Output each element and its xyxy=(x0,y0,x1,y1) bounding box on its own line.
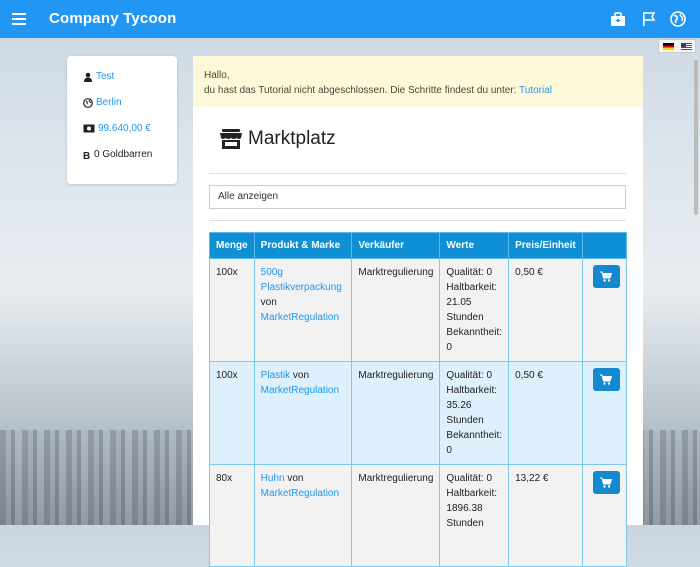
values-cell: Qualität: 0 Haltbarkeit: 35.26 Stunden Bek… xyxy=(439,361,510,465)
divider xyxy=(209,173,626,174)
user-name-link[interactable]: Test xyxy=(96,71,114,82)
offers-table: Menge Produkt & Marke Verkäufer Werte Pr… xyxy=(209,232,628,567)
us-flag-icon[interactable] xyxy=(680,42,692,50)
city-row: Berlin xyxy=(83,97,122,108)
cart-icon xyxy=(600,477,613,488)
store-icon xyxy=(220,129,242,149)
values-cell: Qualität: 0 Haltbarkeit: 21.05 Stunden Bek… xyxy=(439,258,510,362)
menu-icon[interactable] xyxy=(12,13,26,25)
qty-cell: 80x xyxy=(209,464,255,567)
player-info-card: Test Berlin 99.640,00 € B 0 Goldbarren xyxy=(67,56,177,184)
col-header-qty[interactable]: Menge xyxy=(209,232,255,259)
marketplace-panel: Marktplatz Alle anzeigen Menge Produkt &… xyxy=(193,107,643,567)
table-header-row: Menge Produkt & Marke Verkäufer Werte Pr… xyxy=(209,232,628,259)
seller-cell: Marktregulierung xyxy=(351,361,441,465)
product-link[interactable]: Huhn xyxy=(261,473,285,484)
alert-greeting: Hallo, xyxy=(204,70,230,81)
product-link[interactable]: Plastik xyxy=(261,370,290,381)
page-title: Marktplatz xyxy=(248,128,336,149)
gold-amount: 0 Goldbarren xyxy=(94,149,153,160)
bitcoin-icon: B xyxy=(83,151,90,160)
qty-cell: 100x xyxy=(209,258,255,362)
col-header-product[interactable]: Produkt & Marke xyxy=(253,232,353,259)
product-cell: 500g Plastikverpackung von MarketRegulati… xyxy=(253,258,353,362)
col-header-price[interactable]: Preis/Einheit xyxy=(508,232,583,259)
seller-cell: Marktregulierung xyxy=(351,258,441,362)
page-scrollbar[interactable] xyxy=(694,60,698,215)
action-cell xyxy=(581,258,628,362)
price-cell: 0,50 € xyxy=(508,258,583,362)
german-flag-icon[interactable] xyxy=(662,42,674,50)
tutorial-link[interactable]: Tutorial xyxy=(519,85,552,96)
action-cell xyxy=(581,361,628,465)
buy-button[interactable] xyxy=(592,471,620,494)
globe-small-icon xyxy=(83,97,93,108)
buy-button[interactable] xyxy=(592,265,620,288)
svg-text:B: B xyxy=(83,151,90,160)
action-cell xyxy=(581,464,628,567)
city-link[interactable]: Berlin xyxy=(96,97,122,108)
top-app-bar: Company Tycoon xyxy=(0,0,700,38)
product-cell: Plastik von MarketRegulation xyxy=(253,361,353,465)
gold-row: B 0 Goldbarren xyxy=(83,149,152,160)
tutorial-alert: Hallo, du hast das Tutorial nicht abgesc… xyxy=(193,56,643,107)
alert-message: du hast das Tutorial nicht abgeschlossen… xyxy=(204,85,552,96)
app-title[interactable]: Company Tycoon xyxy=(49,10,177,27)
buy-button[interactable] xyxy=(592,368,620,391)
user-icon xyxy=(84,72,92,82)
globe-icon[interactable] xyxy=(670,11,686,27)
briefcase-icon[interactable] xyxy=(610,11,626,27)
table-row: 80x Huhn von MarketRegulation Marktreguli… xyxy=(209,464,628,567)
money-link[interactable]: 99.640,00 € xyxy=(98,123,151,134)
divider xyxy=(209,220,626,221)
price-cell: 0,50 € xyxy=(508,361,583,465)
filter-select[interactable]: Alle anzeigen xyxy=(209,185,626,209)
table-row: 100x Plastik von MarketRegulation Marktre… xyxy=(209,361,628,465)
brand-link[interactable]: MarketRegulation xyxy=(261,488,339,499)
user-row: Test xyxy=(83,71,114,82)
product-link[interactable]: 500g Plastikverpackung xyxy=(261,267,342,293)
values-cell: Qualität: 0 Haltbarkeit: 1896.38 Stunden xyxy=(439,464,510,567)
product-cell: Huhn von MarketRegulation xyxy=(253,464,353,567)
brand-link[interactable]: MarketRegulation xyxy=(261,312,339,323)
table-row: 100x 500g Plastikverpackung von MarketReg… xyxy=(209,258,628,362)
col-header-values[interactable]: Werte xyxy=(439,232,510,259)
language-switcher xyxy=(658,39,696,53)
money-row: 99.640,00 € xyxy=(83,123,151,134)
price-cell: 13,22 € xyxy=(508,464,583,567)
flag-icon[interactable] xyxy=(641,11,657,27)
marketplace-header: Marktplatz xyxy=(220,128,336,150)
col-header-action xyxy=(581,232,628,259)
cart-icon xyxy=(600,271,613,282)
brand-link[interactable]: MarketRegulation xyxy=(261,385,339,396)
qty-cell: 100x xyxy=(209,361,255,465)
seller-cell: Marktregulierung xyxy=(351,464,441,567)
col-header-seller[interactable]: Verkäufer xyxy=(351,232,441,259)
cart-icon xyxy=(600,374,613,385)
money-icon xyxy=(83,124,95,133)
